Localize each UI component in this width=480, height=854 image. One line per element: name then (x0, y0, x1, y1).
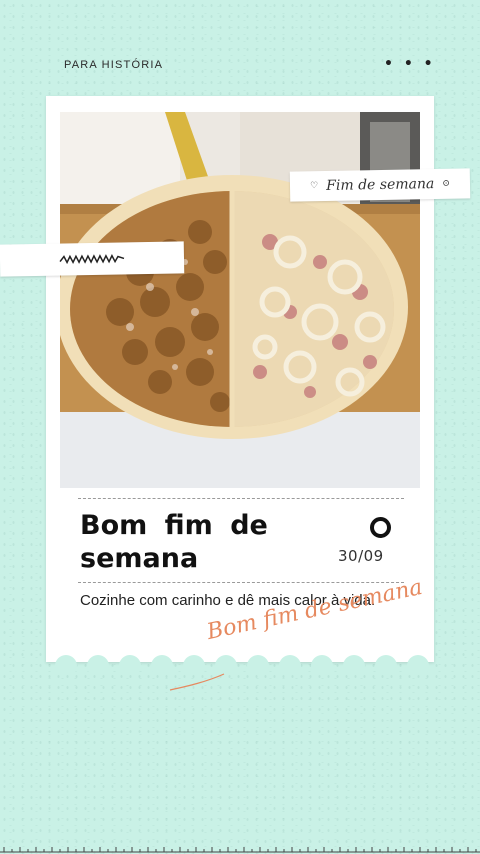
heart-icon: ♡ (310, 181, 319, 192)
tape-right-text: Fim de semana (326, 176, 435, 194)
circle-icon: ⊙ (442, 178, 450, 189)
scribble-icon (59, 253, 125, 265)
title-line-1: Bom fim de (80, 510, 268, 541)
pizza-photo (60, 112, 420, 488)
tape-label-left (0, 241, 185, 277)
divider-bottom (78, 582, 404, 583)
ruler-edge (0, 847, 480, 853)
divider-top (78, 498, 404, 499)
more-dots-icon[interactable]: • • • (384, 56, 436, 72)
title-line-2: semana (80, 543, 199, 574)
scalloped-edge (46, 650, 434, 672)
tape-label-right: ♡ Fim de semana ⊙ (289, 168, 471, 202)
date-label: 30/09 (338, 547, 384, 565)
card-title: Bom fim de semana (80, 509, 310, 575)
story-label: PARA HISTÓRIA (64, 59, 164, 71)
ring-icon (370, 517, 391, 538)
swash-icon (169, 673, 225, 691)
